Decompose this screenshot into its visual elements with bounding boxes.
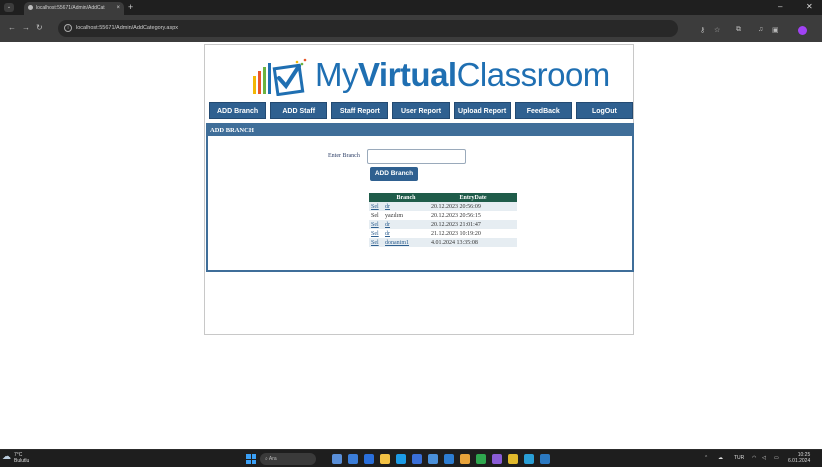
table-row: Sel dr 20.12.2023 21:01:47: [369, 220, 517, 229]
branch-input-label: Enter Branch: [328, 153, 360, 159]
date-cell: 20.12.2023 20:56:09: [429, 202, 517, 211]
weather-cloud-icon: ☁: [2, 451, 11, 461]
network-app-icon[interactable]: ☁: [718, 455, 723, 461]
language-indicator[interactable]: TUR: [734, 455, 744, 461]
app-icon-6[interactable]: [540, 454, 550, 464]
chevron-up-icon[interactable]: ⌃: [704, 455, 708, 461]
reload-icon[interactable]: ↻: [36, 23, 43, 32]
search-placeholder: Ara: [268, 456, 277, 462]
app-icon-4[interactable]: [508, 454, 518, 464]
page-container: MyVirtualClassroom ADD Branch ADD Staff …: [204, 44, 634, 335]
branch-cell: dr: [383, 202, 429, 211]
browser-tab-strip: ⌄ localhost:55671/Admin/AddCat × + – ✕: [0, 0, 822, 15]
site-info-icon[interactable]: i: [64, 24, 72, 32]
new-tab-button[interactable]: +: [128, 2, 133, 13]
header-branch: Branch: [383, 193, 429, 202]
table-row: Sel donanim1 4.01.2024 13:35:08: [369, 238, 517, 247]
date-cell: 20.12.2023 20:56:15: [431, 212, 481, 219]
browser-tab[interactable]: localhost:55671/Admin/AddCat ×: [24, 2, 124, 15]
menu-upload-report[interactable]: Upload Report: [453, 102, 511, 119]
battery-icon[interactable]: ▭: [774, 455, 779, 461]
tab-title: localhost:55671/Admin/AddCat: [36, 5, 105, 11]
clock-date: 6.01.2024: [788, 458, 811, 464]
menu-add-branch[interactable]: ADD Branch: [209, 102, 267, 119]
table-row: Sel dr 20.12.2023 20:56:09: [369, 202, 517, 211]
widgets-icon[interactable]: [332, 454, 342, 464]
header-select: [369, 193, 383, 202]
menu-feedback[interactable]: FeedBack: [514, 102, 572, 119]
windows-taskbar: ☁ 7°C Bulutlu ⌕ Ara ⌃ ☁ TUR ◠ ◁ ▭ 10:25 …: [0, 449, 822, 467]
profile-avatar[interactable]: [798, 26, 807, 35]
media-controls-icon[interactable]: ♫: [758, 26, 763, 33]
password-key-icon[interactable]: ⚷: [700, 26, 705, 34]
site-title-classroom: Classroom: [456, 56, 611, 93]
site-title: MyVirtualClassroom: [315, 56, 610, 94]
table-header-row: Branch EntryDate: [369, 193, 517, 202]
select-link[interactable]: Sel: [369, 220, 383, 229]
tab-search-icon[interactable]: ⌄: [4, 3, 14, 12]
chrome-icon[interactable]: [460, 454, 470, 464]
branch-cell: dr: [383, 220, 429, 229]
panel-heading: ADD BRANCH: [208, 125, 632, 136]
site-favicon-icon: [28, 5, 33, 11]
bookmark-star-icon[interactable]: ☆: [714, 26, 720, 34]
menu-staff-report[interactable]: Staff Report: [331, 102, 389, 119]
select-link[interactable]: Sel: [369, 238, 383, 247]
file-explorer-icon[interactable]: [380, 454, 390, 464]
select-link[interactable]: Sel: [369, 202, 383, 211]
task-view-icon[interactable]: [348, 454, 358, 464]
site-title-my: My: [315, 56, 359, 93]
menu-logout[interactable]: LogOut: [575, 102, 633, 119]
minimize-button[interactable]: –: [778, 2, 782, 11]
app-icon-3[interactable]: [476, 454, 486, 464]
branch-cell: yazılım: [385, 212, 403, 219]
tab-close-icon[interactable]: ×: [116, 5, 120, 11]
close-window-button[interactable]: ✕: [806, 2, 813, 11]
visual-studio-icon[interactable]: [492, 454, 502, 464]
back-icon[interactable]: ←: [8, 23, 16, 32]
app-icon-5[interactable]: [524, 454, 534, 464]
branch-input[interactable]: [367, 149, 466, 164]
weather-desc: Bulutlu: [14, 458, 30, 464]
add-branch-button[interactable]: ADD Branch: [370, 167, 418, 181]
branch-table: Branch EntryDate Sel dr 20.12.2023 20:56…: [369, 193, 517, 247]
date-cell: 21.12.2023 10:19:20: [431, 230, 481, 237]
teams-icon[interactable]: [364, 454, 374, 464]
select-link[interactable]: Sel: [369, 229, 383, 238]
menu-user-report[interactable]: User Report: [392, 102, 450, 119]
url-text: localhost:55671/Admin/AddCategory.aspx: [76, 25, 179, 31]
app-icon-1[interactable]: [428, 454, 438, 464]
start-button-icon[interactable]: [246, 454, 256, 464]
app-icon-2[interactable]: [444, 454, 454, 464]
edge-icon[interactable]: [396, 454, 406, 464]
site-logo: MyVirtualClassroom: [251, 50, 610, 98]
header-entry-date: EntryDate: [429, 193, 517, 202]
branch-cell: dr: [385, 230, 390, 237]
wifi-icon[interactable]: ◠: [752, 455, 756, 461]
menu-add-staff[interactable]: ADD Staff: [270, 102, 328, 119]
side-panel-icon[interactable]: ▣: [772, 26, 779, 34]
address-bar[interactable]: i localhost:55671/Admin/AddCategory.aspx: [58, 20, 678, 37]
select-link[interactable]: Sel: [369, 211, 383, 220]
table-row: Sel yazılım 20.12.2023 20:56:15: [369, 211, 517, 220]
main-menu: ADD Branch ADD Staff Staff Report User R…: [209, 102, 633, 119]
date-cell: 20.12.2023 21:01:47: [429, 220, 517, 229]
taskbar-search[interactable]: ⌕ Ara: [260, 453, 316, 465]
forward-icon[interactable]: →: [22, 23, 30, 32]
extensions-icon[interactable]: ⧉: [736, 26, 741, 34]
weather-widget[interactable]: ☁ 7°C Bulutlu: [2, 452, 30, 465]
system-clock[interactable]: 10:25 6.01.2024: [788, 452, 810, 464]
branch-cell: donanim1: [383, 238, 429, 247]
table-row: Sel dr 21.12.2023 10:19:20: [369, 229, 517, 238]
store-icon[interactable]: [412, 454, 422, 464]
date-cell: 4.01.2024 13:35:08: [429, 238, 517, 247]
browser-toolbar: ← → ↻ i localhost:55671/Admin/AddCategor…: [0, 15, 822, 42]
site-title-virtual: Virtual: [358, 56, 457, 93]
classroom-logo-icon: [253, 58, 307, 96]
volume-icon[interactable]: ◁: [762, 455, 766, 461]
add-branch-panel: ADD BRANCH Enter Branch ADD Branch Branc…: [206, 123, 634, 272]
